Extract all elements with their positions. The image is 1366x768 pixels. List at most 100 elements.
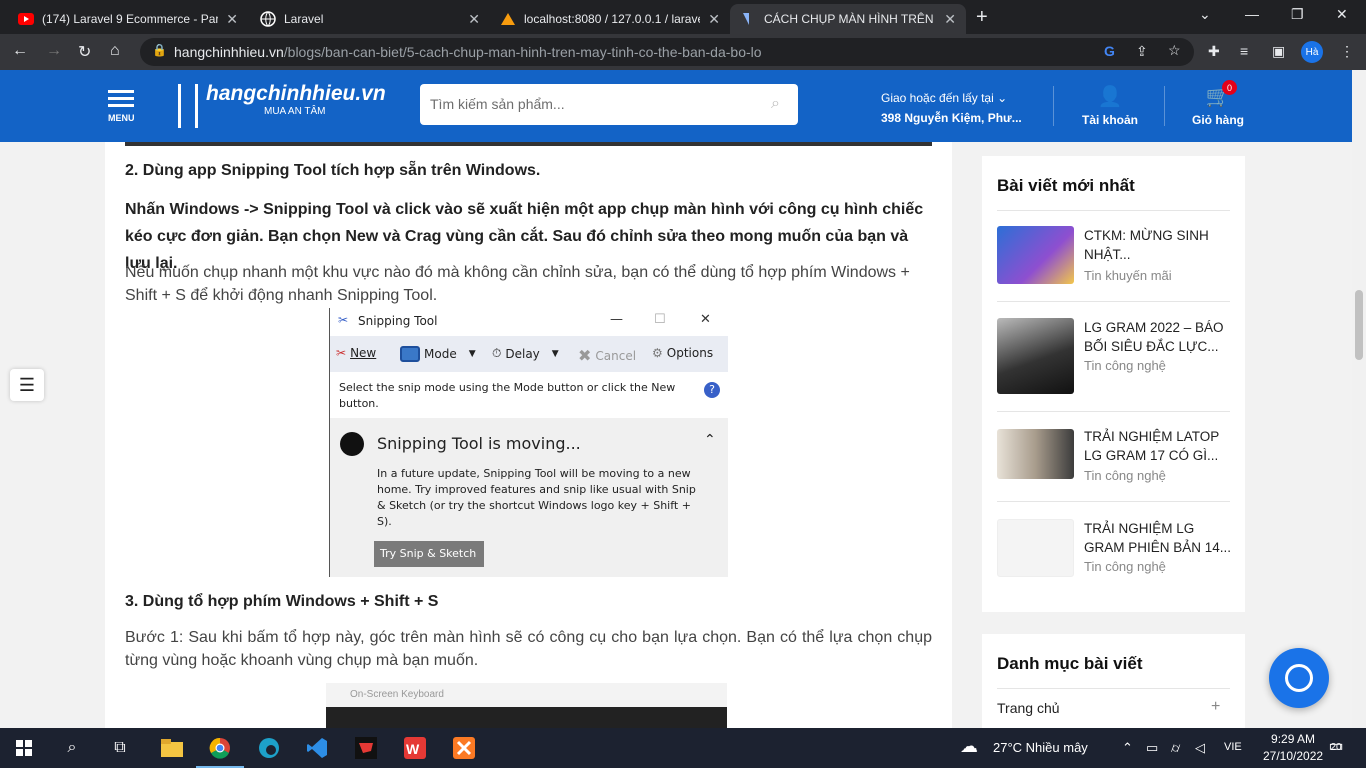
- divider: [997, 301, 1230, 302]
- network-icon[interactable]: ⌭: [1171, 740, 1180, 756]
- windows-start-icon[interactable]: [12, 736, 36, 760]
- garena-icon[interactable]: [354, 736, 378, 760]
- new-tab-button[interactable]: +: [976, 6, 988, 29]
- hamburger-icon: [108, 90, 135, 93]
- minimize-button[interactable]: —: [1245, 6, 1259, 22]
- search-input[interactable]: Tìm kiếm sản phẩm... ⌕: [420, 84, 798, 125]
- volume-icon[interactable]: ◁: [1195, 740, 1205, 756]
- more-menu-icon[interactable]: ⋮: [1340, 43, 1354, 60]
- page-scrollbar[interactable]: [1352, 70, 1366, 728]
- menu-button[interactable]: MENU: [108, 90, 135, 123]
- account-link[interactable]: 👤 Tài khoản: [1082, 84, 1138, 127]
- cancel-x-icon: ✖: [578, 346, 592, 365]
- dropdown-arrow-icon: ▼: [468, 349, 476, 359]
- delivery-label: Giao hoặc đến lấy tại: [881, 91, 994, 105]
- tab-phpmyadmin[interactable]: localhost:8080 / 127.0.0.1 / larave ✕: [490, 4, 730, 34]
- phpmyadmin-icon: [500, 11, 516, 27]
- heading-snipping-tool: 2. Dùng app Snipping Tool tích hợp sẵn t…: [125, 162, 541, 179]
- forward-arrow-icon[interactable]: →: [46, 42, 62, 60]
- chrome-icon[interactable]: [196, 736, 244, 768]
- snip-minimize-icon: —: [610, 312, 623, 327]
- snip-message-text: Select the snip mode using the Mode butt…: [339, 381, 676, 410]
- table-of-contents-icon[interactable]: ☰: [10, 369, 44, 401]
- wps-office-icon[interactable]: W: [403, 736, 427, 760]
- taskbar-clock[interactable]: 9:29 AM 27/10/2022: [1263, 731, 1323, 765]
- battery-icon[interactable]: ▭: [1146, 740, 1158, 756]
- xampp-icon[interactable]: [452, 736, 476, 760]
- snipping-tool-screenshot: ✂ Snipping Tool — ☐ ✕ ✂ New Mode ▼ ⏱ Delay ▼…: [329, 308, 728, 577]
- address-bar[interactable]: 🔒 hangchinhhieu.vn/blogs/ban-can-biet/5-…: [140, 38, 1194, 66]
- chevron-down-icon: ⌄: [997, 91, 1008, 105]
- tab-title: (174) Laravel 9 Ecommerce - Part: [42, 12, 219, 26]
- profile-avatar[interactable]: Hà: [1301, 41, 1323, 63]
- post-category: Tin công nghệ: [1084, 559, 1166, 574]
- close-tab-icon[interactable]: ✕: [468, 11, 480, 28]
- post-thumbnail[interactable]: [997, 429, 1074, 479]
- menu-label: MENU: [108, 113, 135, 123]
- post-title[interactable]: TRẢI NGHIỆM LG GRAM PHIÊN BẢN 14...: [1084, 519, 1232, 557]
- snip-message: Select the snip mode using the Mode butt…: [330, 372, 728, 418]
- weather-text[interactable]: 27°C Nhiều mây: [993, 740, 1088, 755]
- input-language[interactable]: VIE: [1224, 741, 1242, 753]
- gear-icon: ⚙: [652, 346, 663, 360]
- cloud-weather-icon[interactable]: ☁: [960, 736, 978, 757]
- vscode-icon[interactable]: [305, 736, 329, 760]
- search-placeholder: Tìm kiếm sản phẩm...: [430, 96, 565, 112]
- search-icon[interactable]: ⌕: [60, 736, 84, 760]
- snip-cancel-label: Cancel: [595, 348, 637, 363]
- post-thumbnail[interactable]: [997, 226, 1074, 284]
- close-tab-icon[interactable]: ✕: [708, 11, 720, 28]
- post-title[interactable]: LG GRAM 2022 – BÁO BỐI SIÊU ĐẮC LỰC...: [1084, 318, 1232, 356]
- snip-delay-button: ⏱ Delay ▼: [492, 346, 559, 361]
- delivery-location[interactable]: Giao hoặc đến lấy tại ⌄ 398 Nguyễn Kiệm,…: [881, 88, 1022, 128]
- chat-button[interactable]: [1269, 648, 1329, 708]
- page-icon: [740, 11, 756, 27]
- home-icon[interactable]: ⌂: [110, 42, 120, 60]
- scrollbar-thumb[interactable]: [1355, 290, 1363, 360]
- post-thumbnail[interactable]: [997, 519, 1074, 577]
- site-logo[interactable]: hangchinhhieu.vn MUA AN TÂM: [176, 82, 386, 128]
- chevron-up-icon[interactable]: ⌃: [1122, 740, 1133, 756]
- clock-icon: ⏱: [492, 346, 502, 360]
- cart-label: Giỏ hàng: [1192, 113, 1244, 127]
- snip-moving-body: In a future update, Snipping Tool will b…: [377, 467, 696, 528]
- side-panel-icon[interactable]: ▣: [1272, 43, 1285, 60]
- osk-title: On-Screen Keyboard: [326, 683, 727, 707]
- back-arrow-icon[interactable]: ←: [12, 42, 28, 60]
- file-explorer-icon[interactable]: [160, 736, 184, 760]
- task-view-icon[interactable]: ⧉: [108, 736, 132, 760]
- post-category: Tin công nghệ: [1084, 468, 1166, 483]
- tab-search-chevron-icon[interactable]: ⌄: [1199, 6, 1211, 23]
- notification-count: 20: [1330, 742, 1342, 753]
- share-icon[interactable]: ⇪: [1136, 43, 1148, 60]
- google-icon[interactable]: G: [1104, 43, 1115, 59]
- close-window-button[interactable]: ✕: [1336, 6, 1348, 23]
- media-icon[interactable]: ≡: [1240, 43, 1248, 59]
- rectangle-snip-icon: [400, 346, 420, 362]
- post-thumbnail[interactable]: [997, 318, 1074, 394]
- restore-button[interactable]: ❐: [1291, 6, 1304, 23]
- search-icon[interactable]: ⌕: [771, 95, 780, 113]
- snip-sketch-logo-icon: [340, 432, 364, 456]
- snip-close-icon: ✕: [700, 312, 711, 327]
- tab-active-article[interactable]: CÁCH CHỤP MÀN HÌNH TRÊN M ✕: [730, 4, 966, 34]
- close-tab-icon[interactable]: ✕: [944, 11, 956, 28]
- recent-posts-title: Bài viết mới nhất: [997, 176, 1135, 195]
- reload-icon[interactable]: ↻: [78, 42, 91, 62]
- post-title[interactable]: CTKM: MỪNG SINH NHẬT...: [1084, 226, 1232, 264]
- close-tab-icon[interactable]: ✕: [226, 11, 238, 28]
- edge-icon[interactable]: [257, 736, 281, 760]
- logo-tagline: MUA AN TÂM: [264, 106, 326, 117]
- post-title[interactable]: TRẢI NGHIỆM LATOP LG GRAM 17 CÓ GÌ...: [1084, 427, 1232, 465]
- dropdown-arrow-icon: ▼: [551, 348, 559, 359]
- snip-toolbar: ✂ New Mode ▼ ⏱ Delay ▼ ✖ Cancel ⚙ Options: [330, 336, 728, 372]
- extensions-icon[interactable]: ✚: [1208, 43, 1220, 60]
- try-snip-sketch-button: Try Snip & Sketch: [374, 541, 484, 567]
- bookmark-star-icon[interactable]: ☆: [1168, 42, 1181, 59]
- category-link-home[interactable]: Trang chủ: [997, 700, 1060, 716]
- tab-youtube[interactable]: (174) Laravel 9 Ecommerce - Part ✕: [8, 4, 248, 34]
- notification-center-icon[interactable]: ▭ 20: [1323, 736, 1349, 760]
- expand-plus-icon[interactable]: +: [1211, 698, 1220, 716]
- clock-date: 27/10/2022: [1263, 749, 1324, 763]
- tab-laravel[interactable]: Laravel ✕: [250, 4, 490, 34]
